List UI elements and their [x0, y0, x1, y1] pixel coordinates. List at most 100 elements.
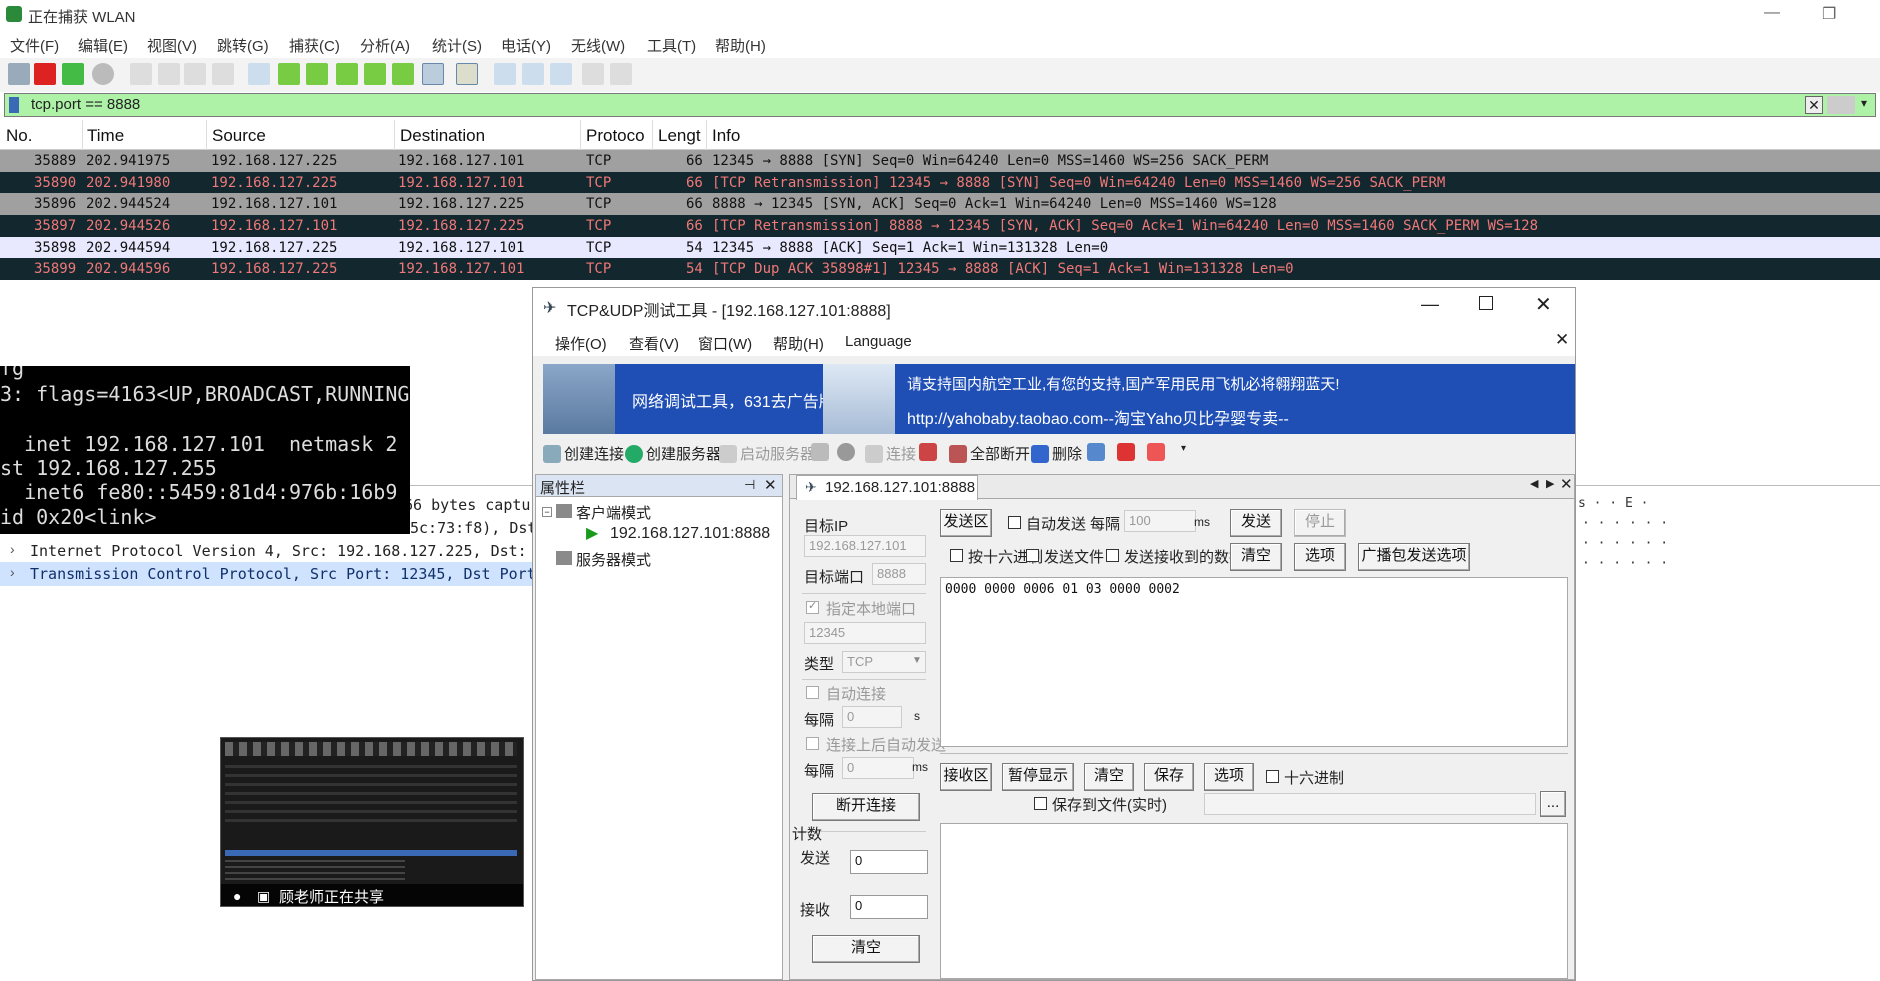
col-destination[interactable]: Destination — [400, 126, 485, 146]
detail-ip[interactable]: Internet Protocol Version 4, Src: 192.16… — [30, 542, 545, 560]
menu-window[interactable]: 窗口(W) — [698, 333, 752, 354]
create-server-button[interactable]: 创建服务器 — [625, 443, 721, 464]
packet-row[interactable]: 35896 202.944524 192.168.127.101 192.168.12… — [0, 193, 1880, 215]
save-button[interactable]: 保存 — [1144, 763, 1194, 791]
expand-ip-icon[interactable]: › — [10, 541, 15, 557]
shark-fin-icon[interactable] — [8, 63, 30, 85]
autoscroll-icon[interactable] — [422, 63, 444, 85]
packet-row[interactable]: 35897 202.944526 192.168.127.101 192.168.12… — [0, 215, 1880, 237]
col-info[interactable]: Info — [712, 126, 740, 146]
auto-send-checkbox[interactable] — [1008, 516, 1021, 529]
pin-icon[interactable]: ⊣ — [744, 477, 755, 493]
display-filter-bar[interactable]: tcp.port == 8888 ✕ ▾ — [4, 93, 1876, 117]
clear-count-button[interactable]: 清空 — [812, 935, 920, 963]
start-server-button[interactable]: 启动服务器 — [719, 443, 815, 464]
menu-help[interactable]: 帮助(H) — [715, 35, 766, 56]
collapse-icon[interactable]: − — [542, 507, 552, 517]
save-file-path-input[interactable] — [1204, 793, 1536, 815]
broadcast-options-button[interactable]: 广播包发送选项 — [1358, 543, 1470, 571]
menu-view[interactable]: 视图(V) — [147, 35, 197, 56]
settings-button[interactable] — [1087, 443, 1108, 461]
colorize-icon[interactable] — [456, 63, 478, 85]
tab-close-icon[interactable]: ✕ — [1560, 475, 1573, 493]
packet-row[interactable]: 35899 202.944596 192.168.127.225 192.168.12… — [0, 258, 1880, 280]
save-to-file-checkbox[interactable] — [1034, 797, 1047, 810]
restore-icon[interactable]: ❐ — [1822, 4, 1836, 24]
minimize-icon[interactable]: — — [1421, 294, 1439, 315]
goto-packet-icon[interactable] — [336, 63, 358, 85]
restart-capture-icon[interactable] — [62, 63, 84, 85]
col-length[interactable]: Lengt — [658, 126, 701, 146]
screen-share-thumbnail[interactable]: ● ▣ 顾老师正在共享 — [220, 737, 524, 907]
col-source[interactable]: Source — [212, 126, 266, 146]
packet-row[interactable]: 35890 202.941980 192.168.127.225 192.168.12… — [0, 172, 1880, 194]
stop-send-button[interactable]: 停止 — [1294, 509, 1346, 537]
send-file-checkbox[interactable] — [1026, 549, 1039, 562]
disconnect-button[interactable]: 断开连接 — [812, 793, 920, 821]
microphone-icon[interactable]: ● — [233, 888, 241, 904]
users-button[interactable] — [811, 443, 832, 461]
send-clear-button[interactable]: 清空 — [1230, 543, 1282, 571]
zoom-normal-icon[interactable] — [550, 63, 572, 85]
close-icon[interactable]: ✕ — [1535, 292, 1552, 317]
power-button[interactable] — [1117, 443, 1138, 461]
minimize-icon[interactable]: — — [1764, 4, 1780, 22]
tab-next-icon[interactable]: ▶ — [1546, 477, 1554, 490]
maximize-icon[interactable] — [1479, 296, 1493, 310]
tree-server-mode[interactable]: 服务器模式 — [576, 549, 651, 570]
toolbar-overflow-icon[interactable]: ▾ — [1181, 443, 1186, 454]
recv-options-button[interactable]: 选项 — [1204, 763, 1254, 791]
packet-row[interactable]: 35898 202.944594 192.168.127.225 192.168.12… — [0, 237, 1880, 259]
auto-connect-checkbox[interactable] — [806, 686, 819, 699]
layout-icon[interactable] — [610, 63, 632, 85]
menu-capture[interactable]: 捕获(C) — [289, 35, 340, 56]
recv-content-textarea[interactable] — [940, 823, 1568, 979]
find-icon[interactable] — [248, 63, 270, 85]
ad-banner[interactable]: 网络调试工具，631去广告版本 请支持国内航空工业,有您的支持,国产军用民用飞机… — [543, 364, 1575, 434]
send-count-input[interactable]: 0 — [850, 850, 928, 874]
forward-arrow-icon[interactable] — [306, 63, 328, 85]
send-button[interactable]: 发送 — [1230, 509, 1282, 537]
send-received-checkbox[interactable] — [1106, 549, 1119, 562]
menu-edit[interactable]: 编辑(E) — [78, 35, 128, 56]
bookmark-icon[interactable] — [9, 97, 19, 113]
menu-go[interactable]: 跳转(G) — [217, 35, 269, 56]
stop-button[interactable] — [837, 443, 858, 461]
disconnect-all-button[interactable]: 全部断开 — [949, 443, 1030, 464]
recv-hex-checkbox[interactable] — [1266, 770, 1279, 783]
info-button[interactable] — [1147, 443, 1168, 461]
auto-send-after-connect-checkbox[interactable] — [806, 737, 819, 750]
resize-columns-icon[interactable] — [582, 63, 604, 85]
apply-filter-icon[interactable] — [1827, 96, 1855, 114]
create-connection-button[interactable]: 创建连接 — [543, 443, 624, 464]
clear-filter-icon[interactable]: ✕ — [1805, 96, 1823, 114]
menu-tools[interactable]: 工具(T) — [647, 35, 696, 56]
recv-clear-button[interactable]: 清空 — [1084, 763, 1134, 791]
capture-options-icon[interactable] — [92, 63, 114, 85]
tree-client-mode[interactable]: 客户端模式 — [576, 502, 651, 523]
local-port-input[interactable]: 12345 — [804, 622, 926, 644]
zoom-out-icon[interactable] — [522, 63, 544, 85]
send-hex-checkbox[interactable] — [950, 549, 963, 562]
reconnect-interval-input[interactable]: 0 — [842, 706, 902, 728]
menu-help[interactable]: 帮助(H) — [773, 333, 824, 354]
tree-connection-item[interactable]: 192.168.127.101:8888 — [610, 525, 770, 543]
send-interval-input[interactable]: 0 — [842, 757, 914, 779]
chevron-down-icon[interactable]: ▼ — [912, 655, 922, 666]
send-every-input[interactable]: 100 — [1124, 510, 1196, 532]
menu-telephony[interactable]: 电话(Y) — [501, 35, 551, 56]
col-no[interactable]: No. — [6, 126, 32, 146]
col-protocol[interactable]: Protoco — [586, 126, 645, 146]
browse-button[interactable]: ... — [1540, 791, 1566, 817]
open-file-icon[interactable] — [130, 63, 152, 85]
menu-statistics[interactable]: 统计(S) — [432, 35, 482, 56]
connect-button[interactable]: 连接 — [865, 443, 916, 464]
close-icon[interactable]: ✕ — [1555, 330, 1569, 350]
packet-row[interactable]: 35889 202.941975 192.168.127.225 192.168.12… — [0, 150, 1880, 172]
recv-count-input[interactable]: 0 — [850, 895, 928, 919]
delete-button[interactable]: 删除 — [1031, 443, 1082, 464]
send-options-button[interactable]: 选项 — [1294, 543, 1346, 571]
tab-prev-icon[interactable]: ◀ — [1530, 477, 1538, 490]
display-filter-input[interactable]: tcp.port == 8888 — [31, 96, 140, 113]
stop-capture-icon[interactable] — [34, 63, 56, 85]
